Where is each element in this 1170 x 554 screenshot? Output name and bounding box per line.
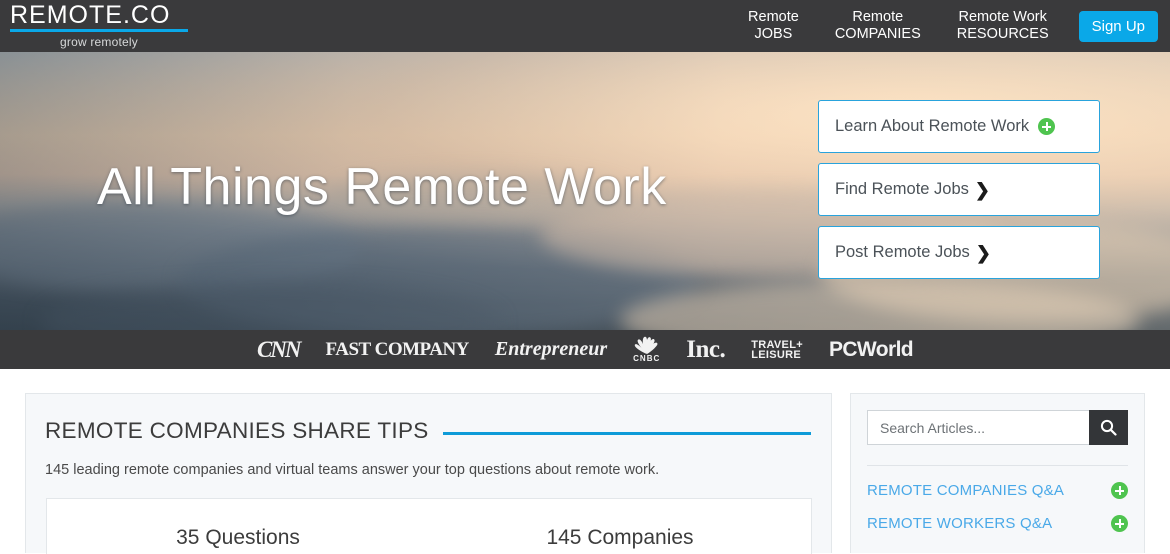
press-logo-bar: CNN FAST COMPANY Entrepreneur CNBC Inc. … — [0, 330, 1170, 369]
sign-up-button[interactable]: Sign Up — [1078, 10, 1158, 42]
cta-find-remote-jobs[interactable]: Find Remote Jobs ❯ — [818, 163, 1100, 216]
main-content-panel: REMOTE COMPANIES SHARE TIPS 145 leading … — [25, 393, 832, 554]
hero-cta-group: Learn About Remote Work Find Remote Jobs… — [818, 100, 1100, 289]
logo-tagline: grow remotely — [60, 35, 138, 49]
press-logo-cnn: CNN — [256, 336, 302, 362]
stat-questions: 35 Questions — [176, 525, 300, 549]
logo-underline — [10, 29, 188, 32]
nav-item-line2: JOBS — [754, 26, 793, 42]
nav-item-line1: Remote — [748, 9, 799, 25]
press-logo-travel-leisure: TRAVEL+ LEISURE — [751, 338, 803, 361]
press-logo-fast-company: FAST COMPANY — [325, 338, 470, 360]
search-button[interactable] — [1089, 410, 1128, 445]
logo-wordmark: REMOTE.CO — [10, 1, 171, 29]
sidebar-item-remote-workers-qa[interactable]: REMOTE WORKERS Q&A — [867, 499, 1128, 532]
nav-item-remote-companies[interactable]: Remote COMPANIES — [817, 9, 939, 43]
cta-label: Find Remote Jobs — [835, 180, 969, 198]
cta-post-remote-jobs[interactable]: Post Remote Jobs ❯ — [818, 226, 1100, 279]
sidebar-panel: REMOTE COMPANIES Q&A REMOTE WORKERS Q&A — [850, 393, 1145, 553]
press-logo-inc: Inc. — [686, 335, 726, 363]
press-logo-entrepreneur: Entrepreneur — [494, 338, 608, 360]
plus-circle-icon — [1111, 515, 1128, 532]
sidebar-item-remote-companies-qa[interactable]: REMOTE COMPANIES Q&A — [867, 466, 1128, 499]
section-header: REMOTE COMPANIES SHARE TIPS — [26, 394, 831, 444]
press-logo-pcworld: PCWorld — [828, 337, 914, 361]
peacock-icon — [634, 336, 658, 354]
press-logo-travel-line1: TRAVEL+ — [751, 338, 803, 351]
section-subtitle: 145 leading remote companies and virtual… — [45, 462, 660, 478]
nav-item-line2: RESOURCES — [956, 26, 1049, 42]
cta-label: Learn About Remote Work — [835, 117, 1030, 135]
nav-item-remote-work-resources[interactable]: Remote Work RESOURCES — [939, 9, 1067, 43]
search-form — [867, 410, 1128, 445]
search-input[interactable] — [867, 410, 1089, 445]
magnifier-icon — [1100, 419, 1117, 436]
stats-card: 35 Questions 145 Companies — [46, 498, 812, 554]
nav-item-line1: Remote — [852, 9, 904, 25]
hero-title: All Things Remote Work — [97, 158, 667, 216]
main-navigation: Remote JOBS Remote COMPANIES Remote Work… — [730, 0, 1158, 52]
nav-item-remote-jobs[interactable]: Remote JOBS — [730, 9, 817, 43]
sidebar-item-label: REMOTE COMPANIES Q&A — [867, 482, 1065, 499]
press-logo-cnbc: CNBC — [633, 336, 660, 363]
nav-item-line2: COMPANIES — [834, 26, 921, 42]
site-logo[interactable]: REMOTE.CO grow remotely — [10, 2, 190, 49]
plus-circle-icon — [1038, 118, 1056, 135]
page-title: REMOTE COMPANIES SHARE TIPS — [45, 418, 429, 443]
content-area: REMOTE COMPANIES SHARE TIPS 145 leading … — [0, 369, 1170, 554]
title-rule — [442, 431, 811, 435]
cta-learn-about-remote-work[interactable]: Learn About Remote Work — [818, 100, 1100, 153]
site-header: REMOTE.CO grow remotely Remote JOBS Remo… — [0, 0, 1170, 52]
press-logo-travel-line2: LEISURE — [751, 348, 802, 361]
stat-companies: 145 Companies — [546, 525, 694, 549]
nav-item-line1: Remote Work — [958, 9, 1047, 25]
sidebar-item-label: REMOTE WORKERS Q&A — [867, 515, 1053, 532]
plus-circle-icon — [1111, 482, 1128, 499]
chevron-right-icon: ❯ — [974, 179, 990, 200]
hero-banner: All Things Remote Work Learn About Remot… — [0, 52, 1170, 330]
chevron-right-icon: ❯ — [975, 242, 991, 263]
cta-label: Post Remote Jobs — [835, 243, 970, 261]
press-logo-cnbc-word: CNBC — [633, 354, 661, 363]
